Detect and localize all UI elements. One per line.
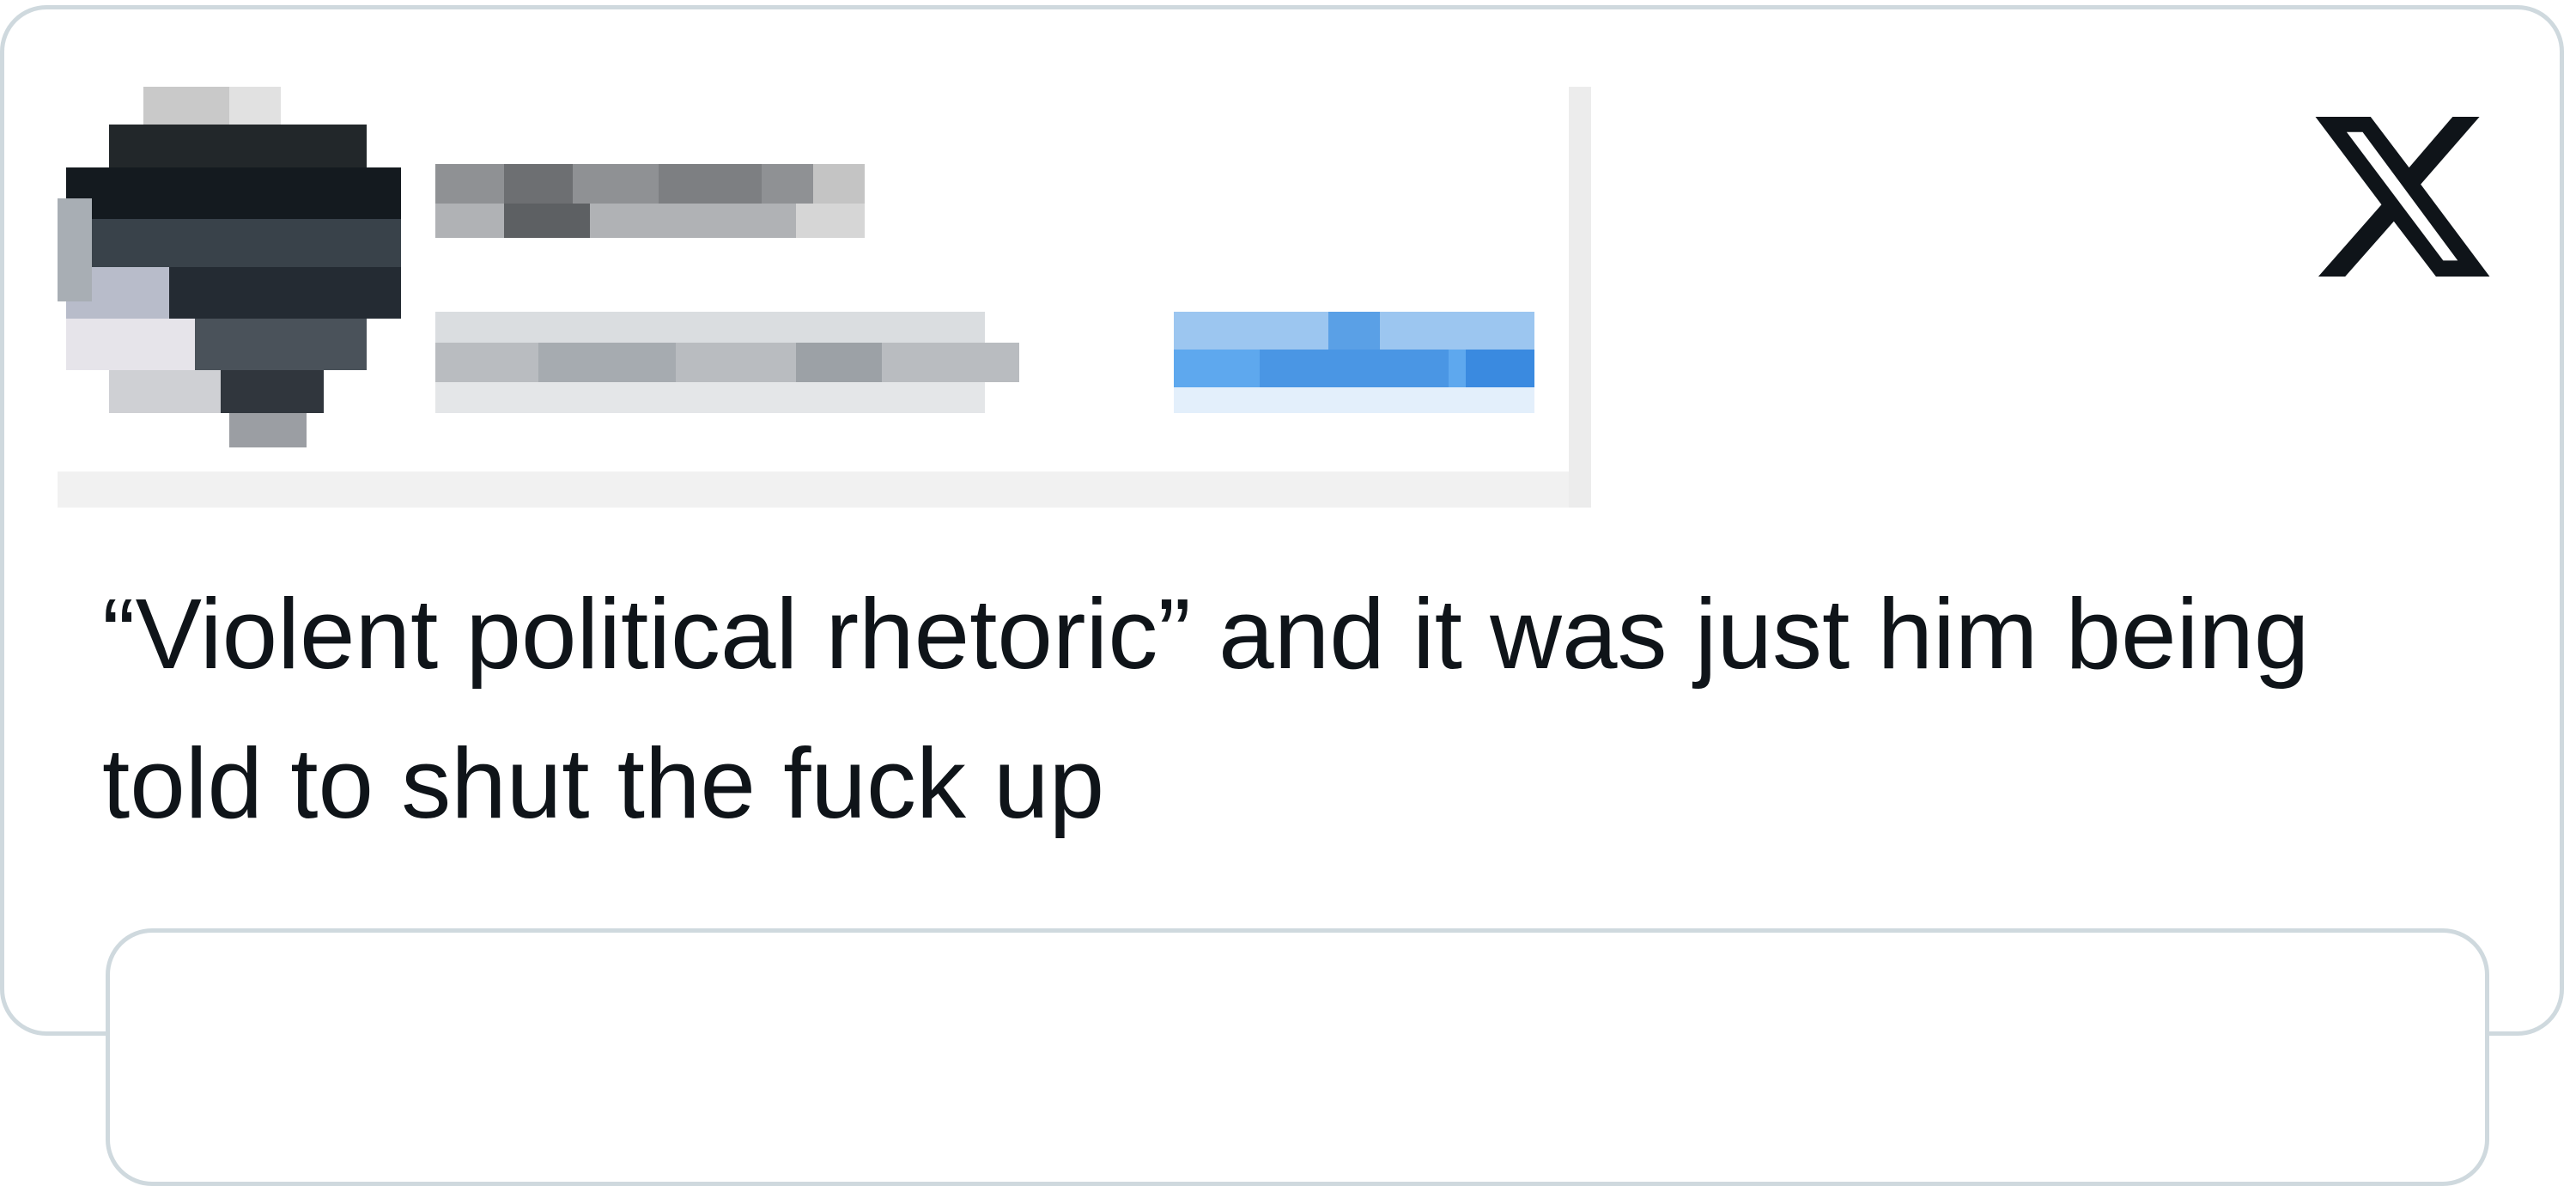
quoted-tweet-card[interactable] xyxy=(106,928,2489,1186)
author-handle[interactable] xyxy=(435,312,1019,413)
x-logo-glyph xyxy=(2315,117,2490,277)
tweet-card[interactable]: “Violent political rhetoric” and it was … xyxy=(0,5,2564,1186)
author-header[interactable] xyxy=(58,87,1591,508)
pixelated-author-image xyxy=(58,87,1591,508)
author-display-name[interactable] xyxy=(435,164,865,238)
tweet-text: “Violent political rhetoric” and it was … xyxy=(102,578,2310,839)
avatar[interactable] xyxy=(58,87,401,447)
follow-link[interactable] xyxy=(1174,312,1534,413)
x-logo-icon[interactable] xyxy=(2314,117,2491,277)
